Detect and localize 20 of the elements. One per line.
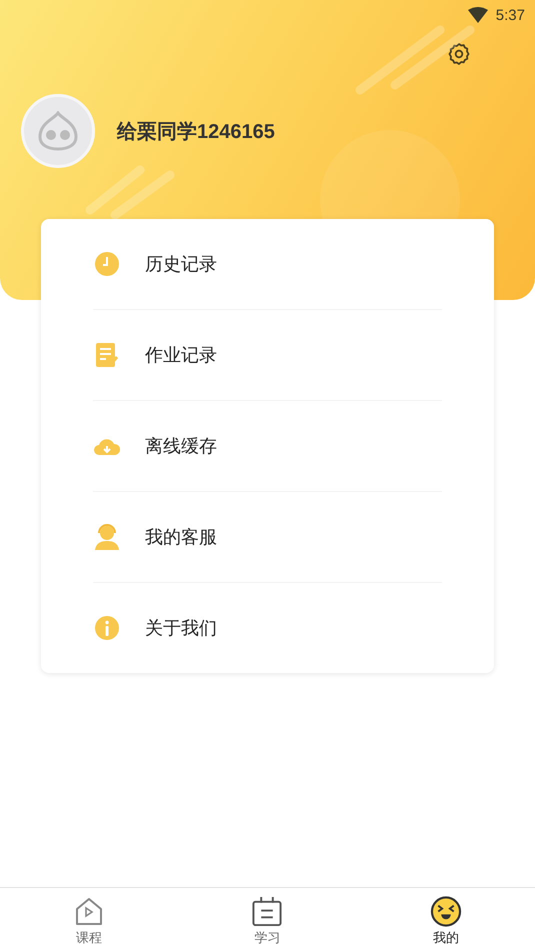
menu-item[interactable]: 关于我们: [145, 616, 217, 640]
calendar-icon: [251, 896, 284, 927]
menu-item[interactable]: 历史记录: [145, 252, 217, 276]
nav-tab[interactable]: 学习: [178, 888, 357, 951]
nav-tab[interactable]: 课程: [0, 888, 178, 951]
note-icon: [94, 342, 120, 368]
smiley-icon: [430, 896, 462, 927]
settings-icon[interactable]: [447, 42, 471, 66]
person-icon: [94, 524, 120, 550]
menu-item[interactable]: 我的客服: [145, 525, 217, 549]
menu-item[interactable]: 作业记录: [145, 343, 217, 367]
house-icon: [74, 897, 104, 927]
clock-icon: [94, 251, 120, 277]
nav-tab[interactable]: 我的: [356, 888, 535, 951]
user-name: 给栗同学1246165: [117, 120, 275, 144]
cloud-icon: [93, 436, 121, 456]
info-icon: [94, 615, 120, 641]
status-time: 5:37: [496, 6, 525, 24]
wifi-icon: [468, 7, 488, 23]
menu-item[interactable]: 离线缓存: [145, 434, 217, 458]
